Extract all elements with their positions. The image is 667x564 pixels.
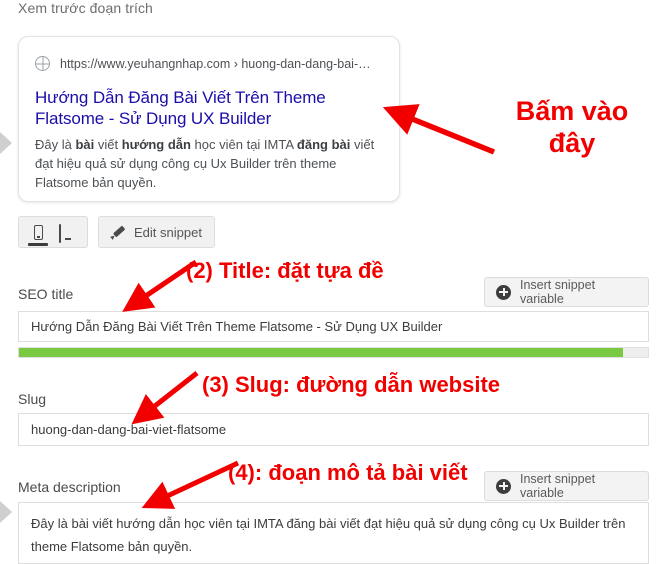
snippet-title-link[interactable]: Hướng Dẫn Đăng Bài Viết Trên Theme Flats… <box>35 87 387 129</box>
edit-snippet-label: Edit snippet <box>134 224 202 240</box>
mobile-phone-icon-button[interactable] <box>23 217 53 247</box>
slug-label: Slug <box>18 391 47 407</box>
progress-fill <box>19 348 623 357</box>
globe-icon <box>35 56 50 71</box>
insert-snippet-variable-label: Insert snippet variable <box>520 472 596 500</box>
snippet-description: Đây là bài viết hướng dẫn học viên tại I… <box>35 137 375 190</box>
arrow-to-meta-description <box>141 460 240 509</box>
screenshot-root: Xem trước đoạn trích https://www.yeuhang… <box>0 0 667 564</box>
snippet-preview-card: https://www.yeuhangnhap.com › huong-dan-… <box>18 36 400 202</box>
desktop-monitor-icon <box>59 223 77 243</box>
annotation-click-here: Bấm vào đây <box>492 96 652 160</box>
insert-snippet-variable-button-title[interactable]: Insert snippet variable <box>484 277 649 307</box>
meta-description-textarea[interactable]: Đây là bài viết hướng dẫn học viên tại I… <box>18 502 649 564</box>
annotation-click-here-line1: Bấm vào <box>515 96 629 126</box>
pencil-icon <box>111 225 126 240</box>
annotation-click-here-line2: đây <box>548 127 596 158</box>
plus-circle-icon <box>496 478 511 494</box>
edit-snippet-button[interactable]: Edit snippet <box>98 216 215 248</box>
snippet-url-row: https://www.yeuhangnhap.com › huong-dan-… <box>35 56 385 71</box>
meta-description-label: Meta description <box>18 479 121 495</box>
slug-input[interactable] <box>18 413 649 446</box>
seo-title-input[interactable] <box>18 311 649 342</box>
insert-snippet-variable-button-meta[interactable]: Insert snippet variable <box>484 471 649 501</box>
insert-snippet-variable-label: Insert snippet variable <box>520 278 596 306</box>
snippet-toolbar: Edit snippet <box>18 216 215 248</box>
snippet-url: https://www.yeuhangnhap.com › huong-dan-… <box>60 56 371 71</box>
page-title: Xem trước đoạn trích <box>18 0 153 16</box>
left-edge-chevron-icon <box>0 132 12 154</box>
plus-circle-icon <box>496 284 511 300</box>
annotation-slug-note: (3) Slug: đường dẫn website <box>202 372 501 397</box>
device-toggle-group <box>18 216 88 248</box>
mobile-phone-icon <box>33 224 43 240</box>
annotation-meta-note: (4): đoạn mô tả bài viết <box>228 460 468 485</box>
seo-title-label: SEO title <box>18 286 74 302</box>
left-edge-chevron-icon <box>0 501 12 523</box>
seo-title-length-progress <box>18 347 649 358</box>
annotation-title-note: (2) Title: đặt tựa đề <box>186 258 384 283</box>
desktop-monitor-icon-button[interactable] <box>53 217 83 247</box>
arrow-to-snippet-title <box>382 104 496 155</box>
